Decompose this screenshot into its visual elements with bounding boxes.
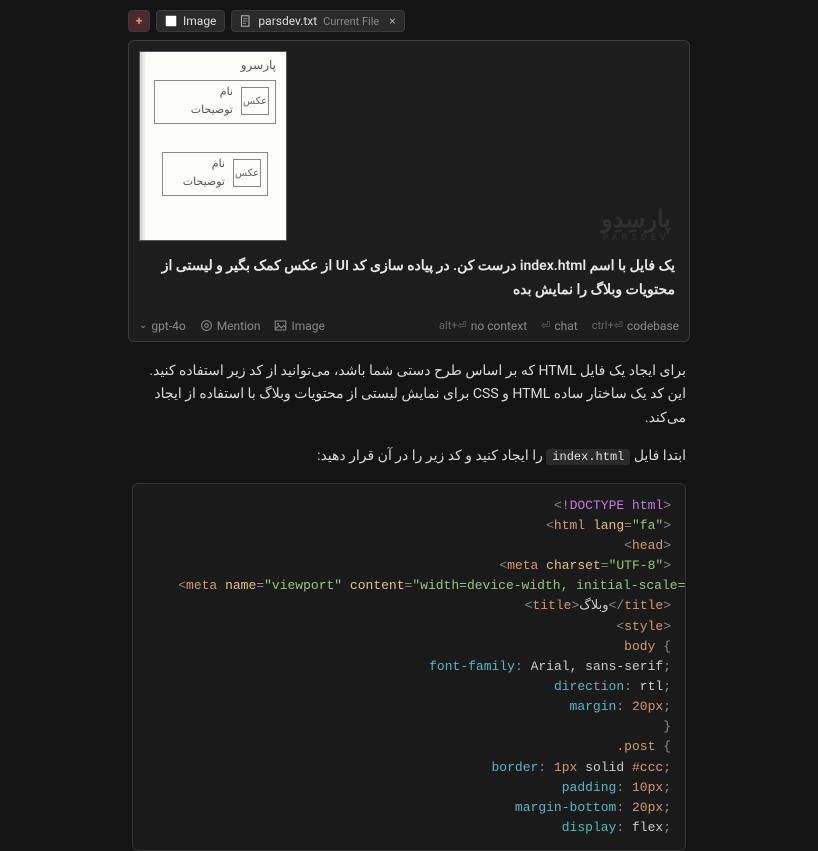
- inline-code: index.html: [546, 449, 630, 465]
- file-icon: [240, 15, 252, 27]
- user-prompt-text: یک فایل با اسم index.html درست کن. در پی…: [129, 251, 689, 313]
- code-content: <!DOCTYPE html> <html lang="fa"> <head> …: [133, 484, 685, 850]
- reply-paragraph: برای ایجاد یک فایل HTML که بر اساس طرح د…: [132, 360, 686, 431]
- sketch-thumb: عکس: [233, 159, 261, 187]
- tab-file-sub: Current File: [323, 15, 379, 28]
- nocontext-hint[interactable]: alt+⏎ no context: [439, 319, 527, 333]
- code-block[interactable]: <!DOCTYPE html> <html lang="fa"> <head> …: [132, 483, 686, 851]
- context-tab-bar: + Image parsdev.txt Current File ×: [128, 6, 690, 36]
- tab-file-name: parsdev.txt: [258, 14, 317, 28]
- model-selector[interactable]: ⌄ gpt-4o: [139, 319, 186, 333]
- tab-image[interactable]: Image: [156, 10, 225, 32]
- reply-paragraph: ابتدا فایل index.html را ایجاد کنید و کد…: [132, 445, 686, 469]
- sketch-desc: توضیحات: [191, 103, 233, 116]
- codebase-hint[interactable]: ctrl+⏎ codebase: [592, 319, 679, 333]
- image-icon: [274, 319, 287, 332]
- add-context-button[interactable]: +: [128, 10, 150, 32]
- chevron-down-icon: ⌄: [139, 320, 147, 331]
- tab-image-label: Image: [183, 14, 216, 28]
- chat-hint[interactable]: ⏎ chat: [541, 319, 578, 333]
- close-icon[interactable]: ×: [389, 14, 395, 28]
- prompt-footer: ⌄ gpt-4o Mention Image alt+⏎ no context …: [129, 313, 689, 341]
- prompt-panel: پارسرو عکس نام توضیحات عکس نام توضیحات پ…: [128, 40, 690, 342]
- sketch-desc: توضیحات: [183, 175, 225, 188]
- sketch-heading: پارسرو: [241, 58, 276, 73]
- watermark: پارسِدِو PARSDEV: [601, 205, 671, 243]
- at-icon: [200, 319, 213, 332]
- image-icon: [165, 15, 177, 27]
- sketch-title: نام: [220, 85, 233, 98]
- tab-file[interactable]: parsdev.txt Current File ×: [231, 10, 404, 32]
- mention-button[interactable]: Mention: [200, 319, 261, 333]
- sketch-mockup: پارسرو عکس نام توضیحات عکس نام توضیحات: [139, 51, 287, 241]
- sketch-title: نام: [212, 157, 225, 170]
- sketch-thumb: عکس: [241, 87, 269, 115]
- assistant-reply: برای ایجاد یک فایل HTML که بر اساس طرح د…: [128, 360, 690, 851]
- attach-image-button[interactable]: Image: [274, 319, 324, 333]
- attached-image[interactable]: پارسرو عکس نام توضیحات عکس نام توضیحات پ…: [129, 41, 689, 251]
